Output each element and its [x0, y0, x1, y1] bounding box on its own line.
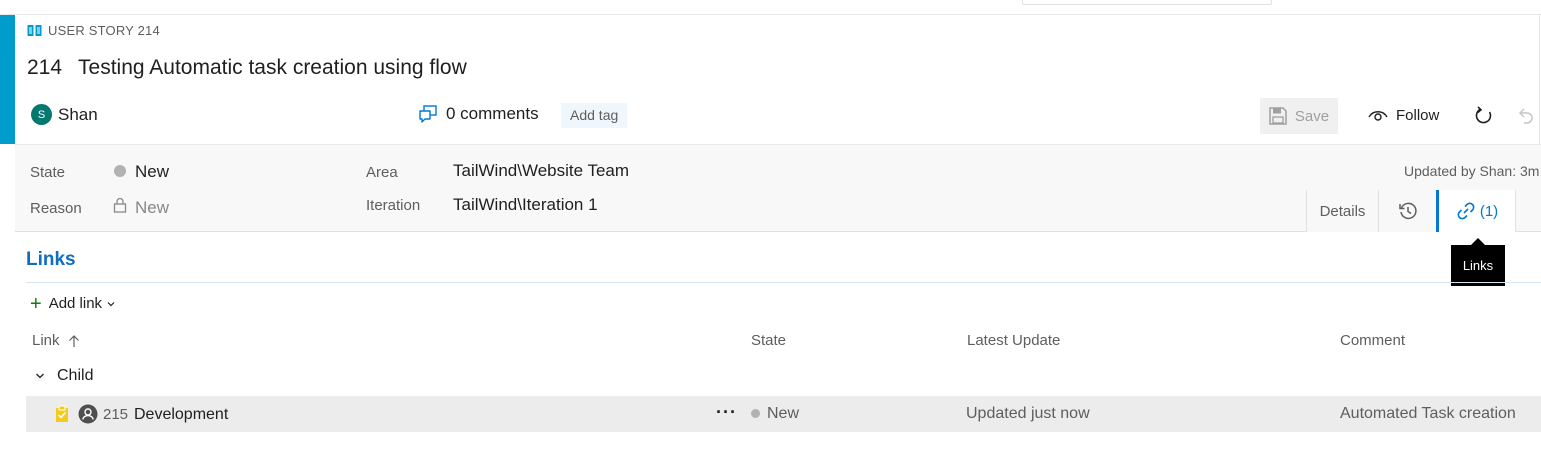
- linked-item-comment: Automated Task creation: [1340, 405, 1516, 422]
- tab-history[interactable]: [1378, 190, 1436, 232]
- assignee-picker[interactable]: S Shan: [31, 104, 98, 125]
- iteration-value[interactable]: TailWind\Iteration 1: [453, 195, 598, 215]
- search-box-edge[interactable]: [1022, 0, 1272, 5]
- link-icon: [1457, 202, 1475, 220]
- reason-label: Reason: [30, 200, 82, 217]
- lock-icon: [113, 197, 127, 213]
- column-link-label: Link: [32, 332, 60, 349]
- links-tooltip: Links: [1451, 238, 1505, 286]
- linked-item-id: 215: [103, 406, 129, 423]
- updated-info[interactable]: Updated by Shan: 3m: [1404, 163, 1539, 179]
- add-link-button[interactable]: + Add link: [30, 292, 116, 315]
- column-header-state[interactable]: State: [751, 332, 786, 349]
- tab-details[interactable]: Details: [1306, 190, 1378, 232]
- section-divider: [26, 282, 1541, 283]
- links-section-title: Links: [26, 249, 76, 270]
- comment-icon: [419, 105, 437, 123]
- linked-item-latest-update: Updated just now: [966, 405, 1090, 422]
- avatar: S: [31, 104, 52, 125]
- iteration-label: Iteration: [366, 197, 421, 214]
- column-header-latest-update[interactable]: Latest Update: [967, 332, 1060, 349]
- follow-label: Follow: [1396, 107, 1440, 124]
- arrow-up-icon: [68, 334, 79, 347]
- work-item-title-text[interactable]: Testing Automatic task creation using fl…: [78, 56, 467, 80]
- divider: [1539, 15, 1540, 145]
- work-item-title[interactable]: 214 Testing Automatic task creation usin…: [27, 56, 467, 80]
- link-group-child[interactable]: Child: [35, 367, 93, 385]
- task-icon: [56, 405, 68, 422]
- state-indicator: [751, 409, 760, 418]
- history-icon: [1398, 202, 1417, 220]
- refresh-icon[interactable]: [1474, 106, 1494, 126]
- plus-icon: +: [30, 292, 42, 315]
- reason-value: New: [135, 198, 170, 217]
- comments-link[interactable]: 0 comments: [418, 104, 539, 124]
- add-link-label: Add link: [48, 295, 103, 312]
- comments-count: 0 comments: [446, 104, 539, 123]
- chevron-down-icon: [107, 301, 115, 306]
- save-icon: [1269, 107, 1287, 125]
- follow-button[interactable]: Follow: [1368, 107, 1439, 124]
- save-label: Save: [1294, 107, 1330, 125]
- assignee-name: Shan: [58, 104, 98, 124]
- state-indicator: [114, 165, 126, 177]
- state-value[interactable]: New: [135, 162, 169, 182]
- work-item-type-label: USER STORY 214: [27, 23, 160, 38]
- book-icon: [27, 25, 42, 36]
- tab-links[interactable]: (1): [1436, 190, 1516, 232]
- more-actions-icon[interactable]: ···: [716, 402, 737, 423]
- person-badge-icon: [78, 404, 98, 424]
- group-label: Child: [57, 367, 94, 384]
- work-item-color-bar: [0, 15, 15, 144]
- top-bar: [0, 0, 1541, 15]
- table-row[interactable]: 215 Development ··· New Updated just now…: [26, 396, 1541, 432]
- add-tag-button[interactable]: Add tag: [561, 103, 628, 128]
- linked-item-state: New: [767, 405, 800, 422]
- column-header-comment[interactable]: Comment: [1340, 332, 1405, 349]
- page-tabs: Details (1): [1306, 190, 1516, 232]
- eye-icon: [1368, 110, 1388, 121]
- area-label: Area: [366, 164, 398, 181]
- column-header-link[interactable]: Link: [32, 332, 80, 349]
- work-item-id: 214: [27, 56, 63, 79]
- area-value[interactable]: TailWind\Website Team: [453, 161, 629, 181]
- save-button[interactable]: Save: [1260, 98, 1338, 134]
- undo-icon[interactable]: [1516, 106, 1534, 126]
- type-label-text: USER STORY 214: [48, 23, 160, 38]
- links-count: (1): [1479, 202, 1499, 220]
- state-label: State: [30, 164, 66, 181]
- chevron-down-icon: [36, 373, 44, 379]
- linked-item-title[interactable]: Development: [134, 406, 228, 424]
